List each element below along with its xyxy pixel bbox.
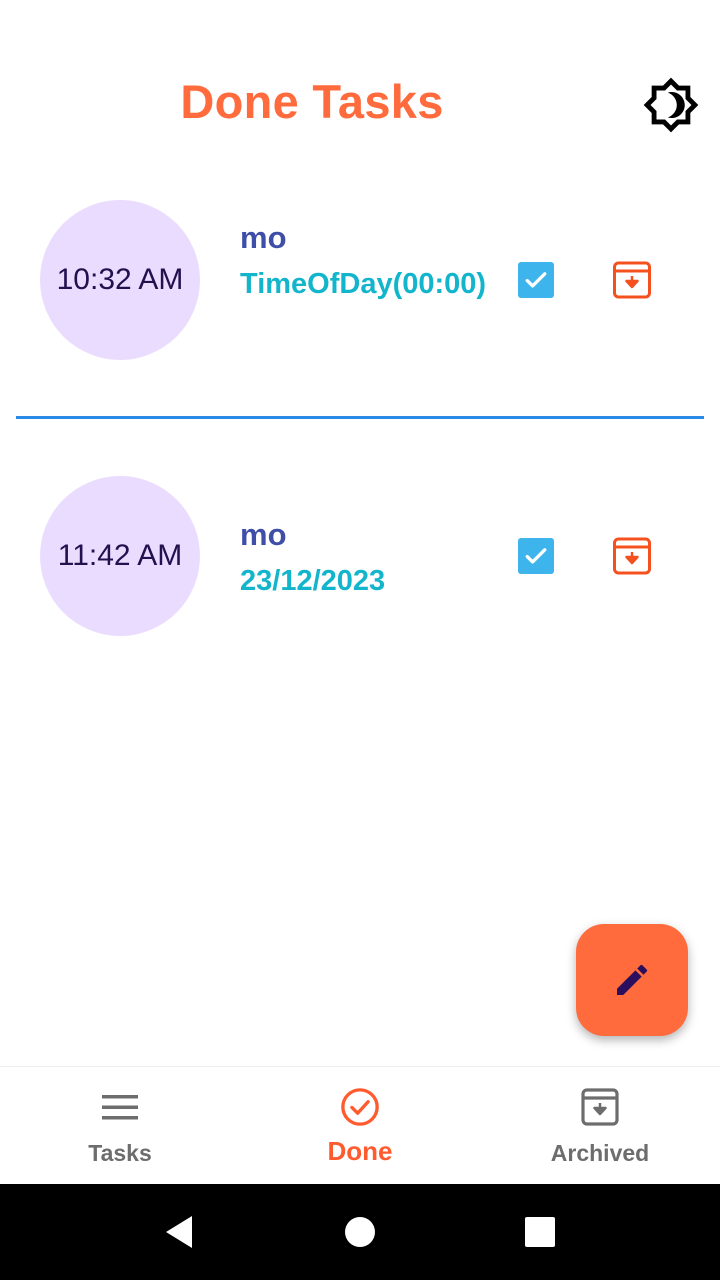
theme-toggle-button[interactable] xyxy=(640,74,702,136)
archive-icon xyxy=(580,1087,620,1127)
check-icon xyxy=(525,272,547,288)
nav-label-tasks: Tasks xyxy=(88,1140,152,1166)
task-item: 10:32 AM mo TimeOfDay(00:00) xyxy=(0,200,720,370)
system-nav-bar xyxy=(0,1184,720,1280)
task-title: mo xyxy=(240,220,287,255)
task-date: 23/12/2023 xyxy=(240,565,386,597)
nav-item-tasks[interactable]: Tasks xyxy=(0,1067,240,1185)
archive-button[interactable] xyxy=(612,260,652,300)
archive-icon xyxy=(613,261,651,299)
archive-icon xyxy=(613,537,651,575)
check-icon xyxy=(525,548,547,564)
menu-icon xyxy=(100,1087,140,1127)
back-icon[interactable] xyxy=(162,1214,196,1250)
task-info: mo 23/12/2023 xyxy=(240,515,492,601)
pencil-icon xyxy=(617,964,648,995)
done-checkbox[interactable] xyxy=(518,262,554,298)
nav-label-done: Done xyxy=(327,1136,393,1166)
task-time: 11:42 AM xyxy=(57,539,183,572)
edit-fab-button[interactable] xyxy=(576,924,688,1036)
task-info: mo TimeOfDay(00:00) xyxy=(240,218,492,304)
nav-label-archived: Archived xyxy=(550,1140,650,1166)
task-item: 11:42 AM mo 23/12/2023 xyxy=(0,476,720,646)
nav-item-archived[interactable]: Archived xyxy=(480,1067,720,1185)
archive-button[interactable] xyxy=(612,536,652,576)
recents-icon[interactable] xyxy=(525,1217,555,1247)
task-title: mo xyxy=(240,517,287,552)
divider xyxy=(16,416,704,419)
task-time-circle: 10:32 AM xyxy=(40,200,200,360)
bottom-nav: Tasks Done Archived xyxy=(0,1066,720,1184)
task-time-circle: 11:42 AM xyxy=(40,476,200,636)
home-icon[interactable] xyxy=(344,1216,376,1248)
app-bar: Done Tasks xyxy=(0,0,720,200)
task-date: TimeOfDay(00:00) xyxy=(240,268,487,300)
done-checkbox[interactable] xyxy=(518,538,554,574)
nav-item-done[interactable]: Done xyxy=(240,1067,480,1185)
page-title: Done Tasks xyxy=(180,75,444,128)
check-circle-icon xyxy=(340,1087,380,1127)
brightness-moon-icon xyxy=(643,77,699,133)
task-time: 10:32 AM xyxy=(56,263,184,296)
